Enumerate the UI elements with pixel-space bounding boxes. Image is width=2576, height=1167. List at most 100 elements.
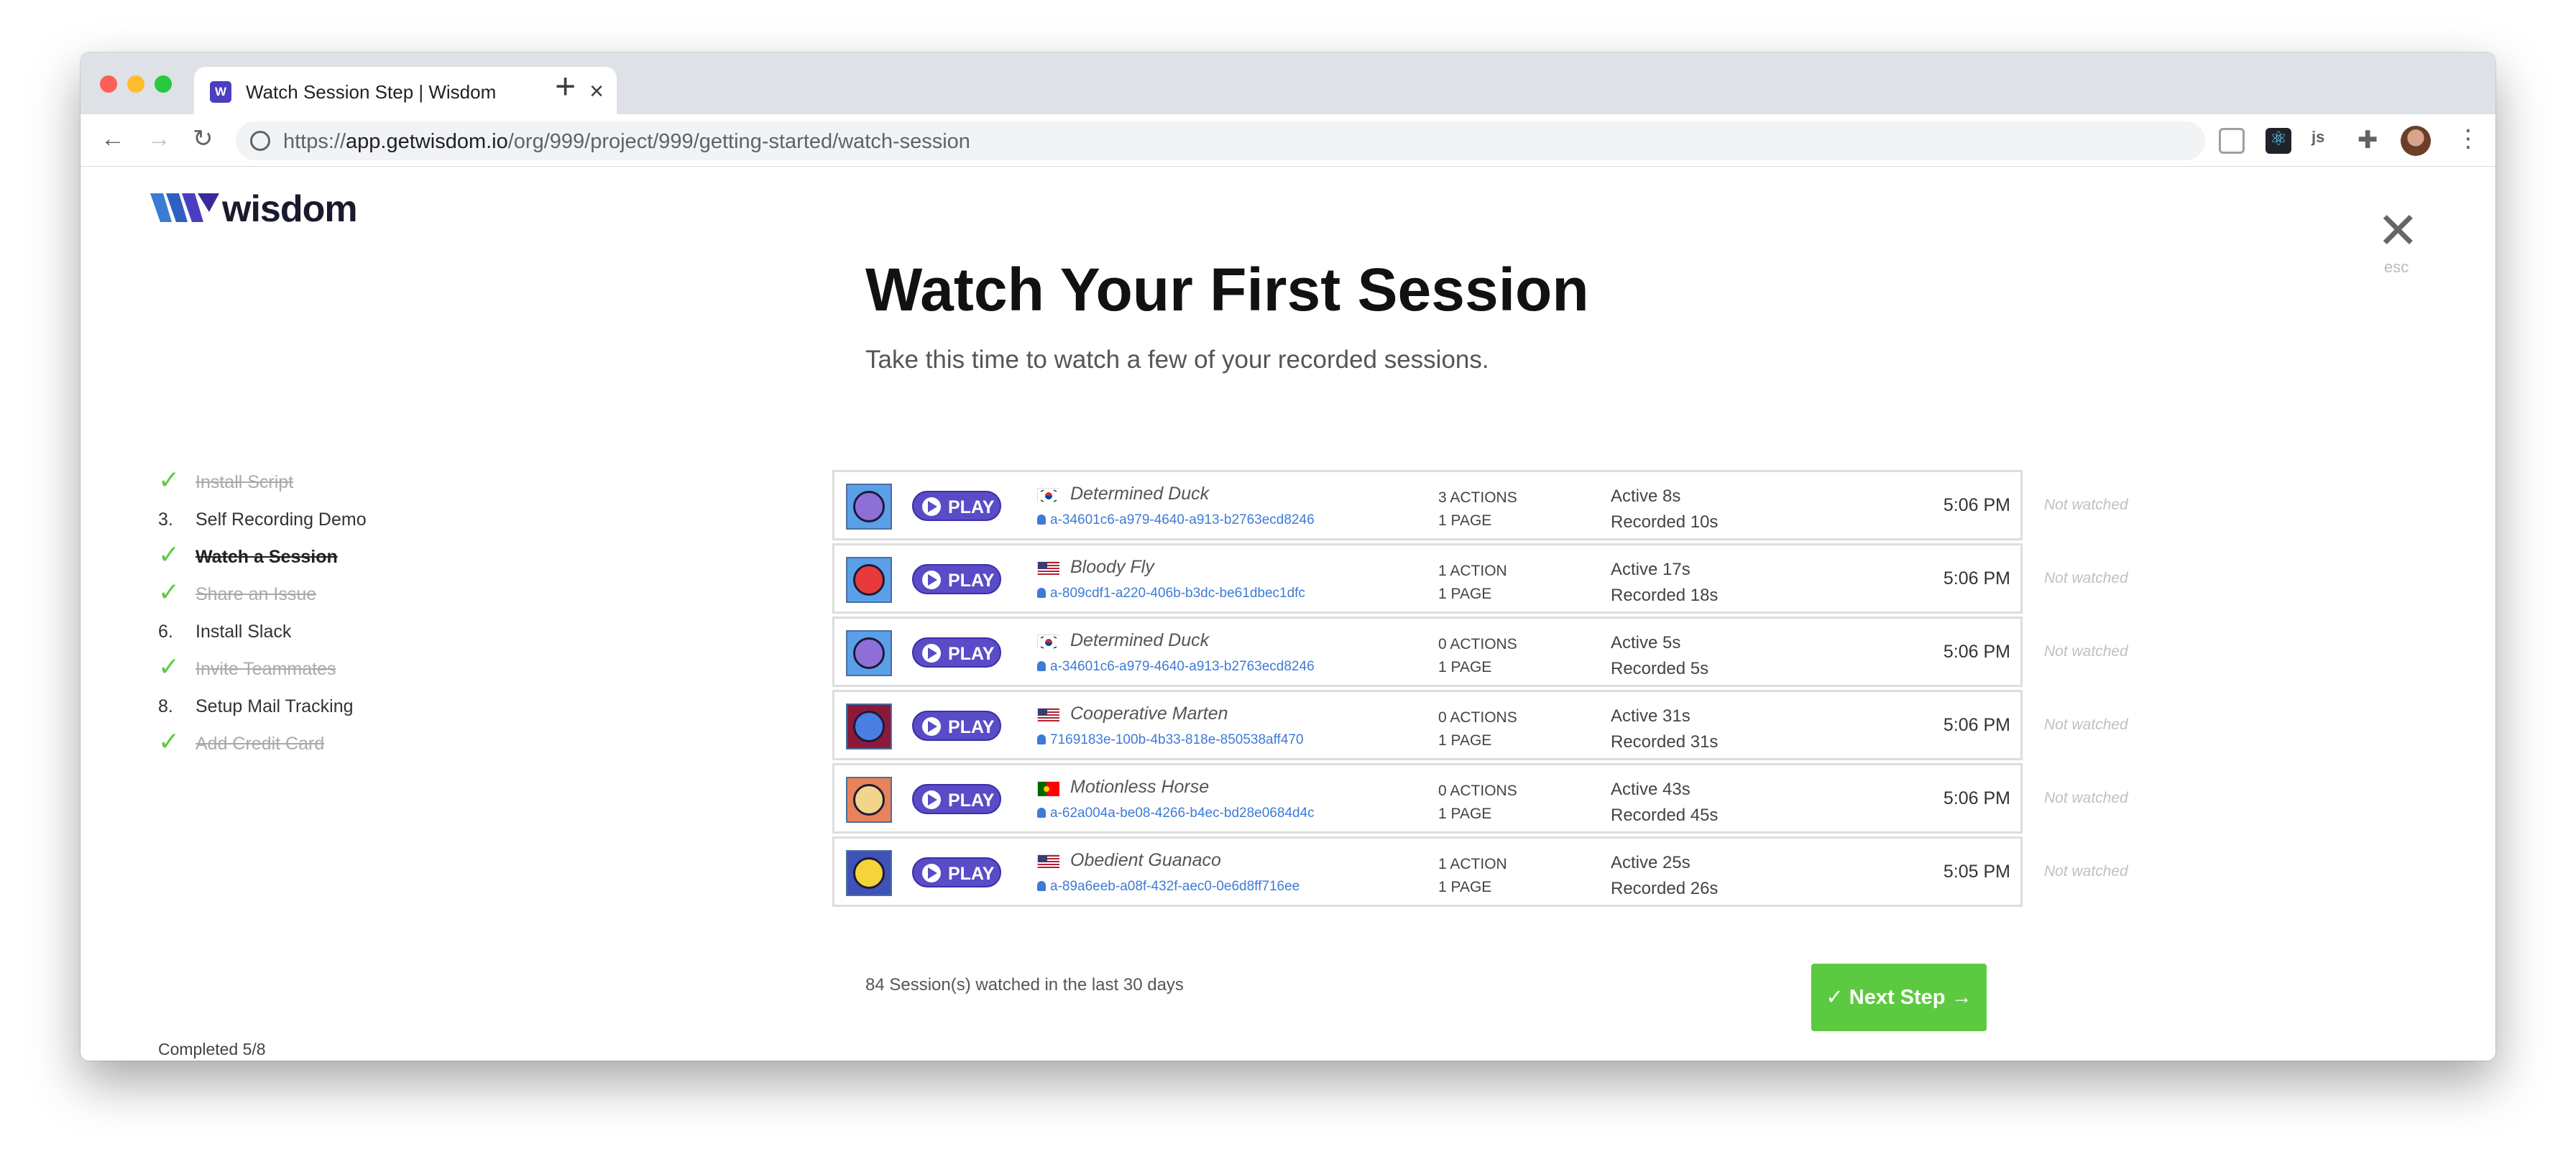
forward-arrow-icon[interactable]: → [147, 124, 171, 153]
next-step-button[interactable]: ✓ Next Step → [1811, 964, 1987, 1031]
url-text[interactable]: https://app.getwisdom.io/org/999/project… [283, 130, 970, 154]
session-time: 5:06 PM [1943, 568, 2010, 589]
recorded-duration: Recorded 18s [1611, 586, 1719, 605]
session-user-id[interactable]: a-34601c6-a979-4640-a913-b2763ecd8246 [1037, 659, 1315, 675]
step-number: 8. [158, 696, 173, 716]
step-number: 3. [158, 509, 173, 530]
session-row[interactable]: PLAY Determined Duck a-34601c6-a979-4640-a… [832, 470, 2023, 540]
session-user-name[interactable]: Cooperative Marten [1070, 704, 1228, 724]
session-row[interactable]: PLAY Cooperative Marten 7169183e-100b-4b33… [832, 690, 2023, 760]
step-label: Install Script [196, 472, 294, 492]
minimize-window-button[interactable] [127, 75, 144, 93]
play-label: PLAY [948, 644, 995, 664]
browser-toolbar: ← → ↻ https://app.getwisdom.io/org/999/p… [80, 114, 2496, 167]
progress-label: Completed 5/8 [158, 1040, 266, 1058]
new-tab-icon[interactable]: + [555, 68, 576, 104]
user-id-text: 7169183e-100b-4b33-818e-850538aff470 [1050, 732, 1304, 747]
session-user-id[interactable]: a-34601c6-a979-4640-a913-b2763ecd8246 [1037, 512, 1315, 528]
site-info-icon[interactable] [250, 131, 270, 151]
session-avatar [846, 777, 892, 823]
user-id-text: a-62a004a-be08-4266-b4ec-bd28e0684d4c [1050, 806, 1315, 821]
zoom-window-button[interactable] [155, 75, 172, 93]
close-window-button[interactable] [100, 75, 117, 93]
recorded-duration: Recorded 5s [1611, 659, 1709, 678]
play-label: PLAY [948, 864, 995, 884]
profile-avatar[interactable] [2401, 126, 2431, 156]
session-user-name[interactable]: Determined Duck [1070, 630, 1209, 651]
action-count: 0 ACTIONS [1438, 636, 1517, 652]
play-icon [922, 717, 941, 736]
avatar-face-icon [853, 637, 885, 669]
session-user-name[interactable]: Bloody Fly [1070, 557, 1154, 578]
session-row[interactable]: PLAY Motionless Horse a-62a004a-be08-4266-… [832, 763, 2023, 834]
browser-menu-icon[interactable]: ⋮ [2456, 124, 2480, 153]
play-icon [922, 864, 941, 882]
action-count: 0 ACTIONS [1438, 709, 1517, 726]
play-button[interactable]: PLAY [912, 637, 1001, 668]
session-stats: 1 ACTION 1 PAGE [1438, 560, 1507, 606]
user-id-text: a-34601c6-a979-4640-a913-b2763ecd8246 [1050, 512, 1315, 527]
session-avatar [846, 484, 892, 530]
step-label: Install Slack [196, 622, 292, 642]
page-count: 1 PAGE [1438, 586, 1492, 602]
recorded-duration: Recorded 31s [1611, 732, 1719, 752]
page-count: 1 PAGE [1438, 879, 1492, 895]
esc-hint: esc [2384, 258, 2409, 276]
session-stats: 0 ACTIONS 1 PAGE [1438, 633, 1517, 679]
play-button[interactable]: PLAY [912, 784, 1001, 814]
country-flag-icon [1037, 708, 1059, 723]
user-icon [1037, 734, 1046, 744]
play-icon [922, 571, 941, 589]
session-durations: Active 43s Recorded 45s [1611, 777, 1718, 829]
extensions-puzzle-icon[interactable]: ✚ [2358, 128, 2383, 154]
back-arrow-icon[interactable]: ← [101, 124, 125, 153]
page-title: Watch Your First Session [865, 256, 1589, 323]
recorded-duration: Recorded 10s [1611, 512, 1719, 532]
step-label: Watch a Session [196, 547, 338, 567]
play-icon [922, 790, 941, 809]
session-user-name[interactable]: Motionless Horse [1070, 777, 1209, 798]
user-id-text: a-34601c6-a979-4640-a913-b2763ecd8246 [1050, 659, 1315, 674]
page-subtitle: Take this time to watch a few of your re… [865, 346, 1489, 374]
session-user-id[interactable]: a-809cdf1-a220-406b-b3dc-be61dbec1dfc [1037, 586, 1305, 601]
session-durations: Active 17s Recorded 18s [1611, 557, 1718, 609]
page-count: 1 PAGE [1438, 806, 1492, 822]
react-devtools-icon[interactable] [2266, 128, 2291, 154]
step-number: 6. [158, 622, 173, 642]
page-count: 1 PAGE [1438, 732, 1492, 749]
browser-tab[interactable]: W Watch Session Step | Wisdom × [194, 67, 617, 114]
play-button[interactable]: PLAY [912, 711, 1001, 741]
address-bar[interactable]: https://app.getwisdom.io/org/999/project… [236, 121, 2205, 160]
session-user-id[interactable]: 7169183e-100b-4b33-818e-850538aff470 [1037, 732, 1304, 748]
play-button[interactable]: PLAY [912, 857, 1001, 887]
recorded-duration: Recorded 45s [1611, 806, 1719, 825]
session-user-name[interactable]: Determined Duck [1070, 484, 1209, 504]
wisdom-favicon-icon: W [210, 81, 231, 103]
session-time: 5:06 PM [1943, 788, 2010, 808]
session-user-id[interactable]: a-62a004a-be08-4266-b4ec-bd28e0684d4c [1037, 806, 1315, 821]
session-row[interactable]: PLAY Determined Duck a-34601c6-a979-4640-a… [832, 617, 2023, 687]
tab-strip: W Watch Session Step | Wisdom × + [80, 52, 2496, 114]
extension-js-icon[interactable]: js [2312, 128, 2337, 154]
country-flag-icon [1037, 781, 1059, 796]
play-button[interactable]: PLAY [912, 491, 1001, 521]
session-user-id[interactable]: a-89a6eeb-a08f-432f-aec0-0e6d8ff716ee [1037, 879, 1300, 895]
user-icon [1037, 881, 1046, 891]
country-flag-icon [1037, 488, 1059, 503]
reload-icon[interactable]: ↻ [193, 124, 213, 153]
active-duration: Active 5s [1611, 633, 1681, 652]
checkmark-icon: ✓ [158, 465, 180, 494]
session-avatar [846, 557, 892, 603]
play-button[interactable]: PLAY [912, 564, 1001, 594]
extension-briefcase-icon[interactable] [2219, 128, 2245, 154]
avatar-face-icon [853, 564, 885, 596]
watch-status: Not watched [2044, 716, 2128, 733]
recorded-duration: Recorded 26s [1611, 879, 1719, 898]
session-user-name[interactable]: Obedient Guanaco [1070, 850, 1221, 871]
avatar-face-icon [853, 784, 885, 816]
session-row[interactable]: PLAY Bloody Fly a-809cdf1-a220-406b-b3dc-b… [832, 543, 2023, 614]
action-count: 0 ACTIONS [1438, 783, 1517, 799]
tab-close-icon[interactable]: × [589, 77, 604, 106]
session-row[interactable]: PLAY Obedient Guanaco a-89a6eeb-a08f-432f-… [832, 836, 2023, 907]
close-icon[interactable]: ✕ [2377, 206, 2419, 256]
